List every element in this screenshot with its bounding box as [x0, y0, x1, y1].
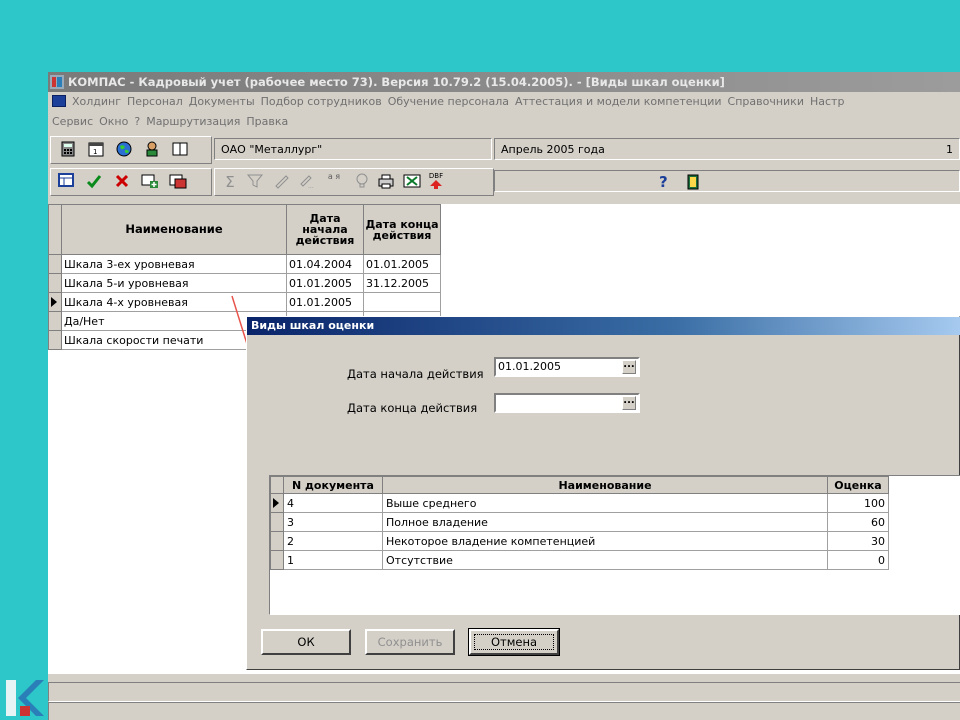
start-date-field[interactable]: 01.01.2005 ... [494, 357, 640, 377]
cell-level-name[interactable]: Отсутствие [382, 550, 828, 570]
scale-type-dialog: Виды шкал оценки Дата начала действия 01… [246, 316, 960, 670]
col-header-score[interactable]: Оценка [827, 476, 889, 494]
start-date-value: 01.01.2005 [498, 360, 561, 373]
cell-score[interactable]: 30 [827, 531, 889, 551]
cell-level-name[interactable]: Выше среднего [382, 493, 828, 513]
cell-doc[interactable]: 2 [283, 531, 383, 551]
cell-doc[interactable]: 4 [283, 493, 383, 513]
table-row[interactable]: 1 Отсутствие 0 [270, 550, 889, 570]
ok-button[interactable]: ОК [261, 629, 351, 655]
row-indicator-header [270, 476, 284, 494]
end-date-label: Дата конца действия [347, 401, 478, 415]
cell-doc[interactable]: 1 [283, 550, 383, 570]
dialog-titlebar[interactable]: Виды шкал оценки [247, 317, 960, 335]
cancel-button[interactable]: Отмена [468, 628, 560, 656]
cell-level-name[interactable]: Некоторое владение компетенцией [382, 531, 828, 551]
col-header-doc-number[interactable]: N документа [283, 476, 383, 494]
current-row-arrow-icon[interactable] [270, 493, 284, 513]
row-indicator[interactable] [270, 550, 284, 570]
scale-levels-table: N документа Наименование Оценка 4 Выше с… [270, 476, 889, 570]
cell-score[interactable]: 100 [827, 493, 889, 513]
start-date-picker-button[interactable]: ... [622, 360, 636, 374]
col-header-level-name[interactable]: Наименование [382, 476, 828, 494]
start-date-label: Дата начала действия [347, 367, 484, 381]
row-indicator[interactable] [270, 512, 284, 532]
row-indicator[interactable] [270, 531, 284, 551]
table-row[interactable]: 2 Некоторое владение компетенцией 30 [270, 531, 889, 551]
cell-score[interactable]: 60 [827, 512, 889, 532]
table-row[interactable]: 3 Полное владение 60 [270, 512, 889, 532]
cell-doc[interactable]: 3 [283, 512, 383, 532]
kompas-logo-icon [6, 680, 44, 716]
cell-score[interactable]: 0 [827, 550, 889, 570]
scale-levels-grid: N документа Наименование Оценка 4 Выше с… [269, 475, 960, 615]
cancel-label: Отмена [473, 634, 555, 650]
end-date-picker-button[interactable]: ... [622, 396, 636, 410]
table-row-current[interactable]: 4 Выше среднего 100 [270, 493, 889, 513]
save-button[interactable]: Сохранить [365, 629, 455, 655]
cell-level-name[interactable]: Полное владение [382, 512, 828, 532]
end-date-field[interactable]: ... [494, 393, 640, 413]
